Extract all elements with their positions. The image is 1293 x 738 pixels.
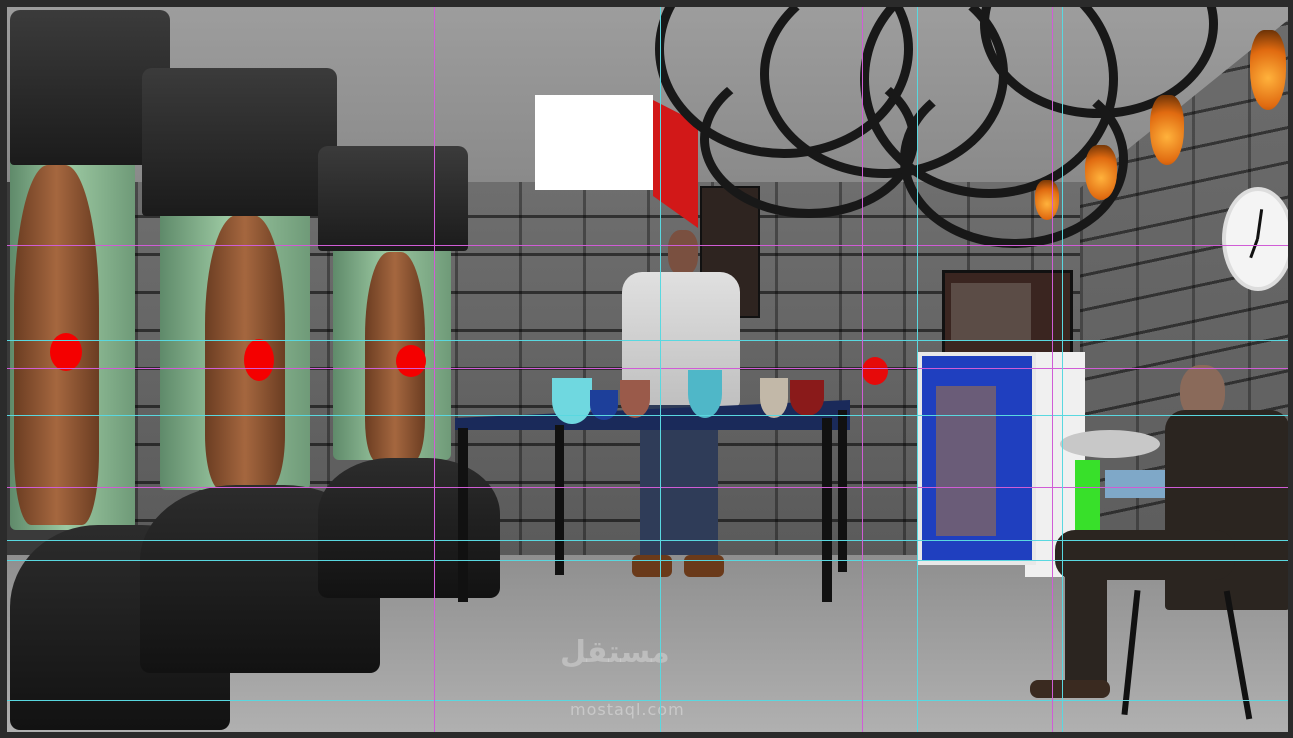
pod-3-base — [318, 458, 500, 598]
table-leg — [458, 428, 468, 602]
guide-line — [7, 415, 1288, 416]
pod-3-cap — [318, 146, 468, 251]
frame-bottom — [0, 732, 1293, 738]
guide-line — [1052, 7, 1053, 732]
guide-line — [917, 7, 918, 732]
flask — [620, 380, 650, 418]
watermark-arabic: مستقل — [560, 635, 670, 670]
table-leg — [822, 418, 832, 602]
guide-line — [1062, 7, 1063, 732]
censor-dot-3 — [396, 345, 426, 377]
guide-line — [7, 700, 1288, 701]
man-shoe — [1030, 680, 1110, 698]
flask — [790, 380, 824, 416]
frame-right — [1288, 0, 1293, 738]
left-shoe — [632, 555, 672, 577]
metal-bowl — [1060, 430, 1160, 458]
man-shin — [1065, 560, 1107, 690]
guide-line — [660, 7, 661, 732]
guide-line — [7, 340, 1288, 341]
watermark-text: mostaql.com — [570, 700, 685, 719]
table-leg — [555, 425, 564, 575]
right-shoe — [684, 555, 724, 577]
pod-2-cap — [142, 68, 337, 216]
frame-top — [0, 0, 1293, 7]
flask — [688, 370, 722, 418]
toxic-container — [1075, 460, 1100, 540]
red-light — [862, 357, 888, 385]
guide-line — [7, 560, 1288, 561]
flask — [760, 378, 788, 418]
guide-line — [862, 7, 863, 732]
guide-line — [7, 487, 1288, 488]
torch-icon — [1150, 95, 1184, 165]
clock-icon — [1222, 187, 1293, 291]
censor-dot-2 — [244, 339, 274, 381]
man-jacket — [1165, 410, 1290, 610]
tv-icon — [942, 270, 1073, 356]
guide-line — [7, 368, 1288, 369]
frame-left — [0, 0, 7, 738]
guide-line — [434, 7, 435, 732]
torch-icon — [1250, 30, 1286, 110]
torch-icon — [1085, 145, 1117, 200]
torch-icon — [1035, 180, 1059, 220]
guide-line — [7, 540, 1288, 541]
flask — [552, 378, 592, 424]
floating-cube-front — [535, 95, 653, 190]
scientist-head — [668, 230, 698, 275]
table-leg — [838, 410, 847, 572]
composite-canvas: مستقل mostaql.com — [0, 0, 1293, 738]
fridge-icon — [918, 352, 1036, 565]
guide-line — [7, 245, 1288, 246]
censor-dot-1 — [50, 333, 82, 371]
